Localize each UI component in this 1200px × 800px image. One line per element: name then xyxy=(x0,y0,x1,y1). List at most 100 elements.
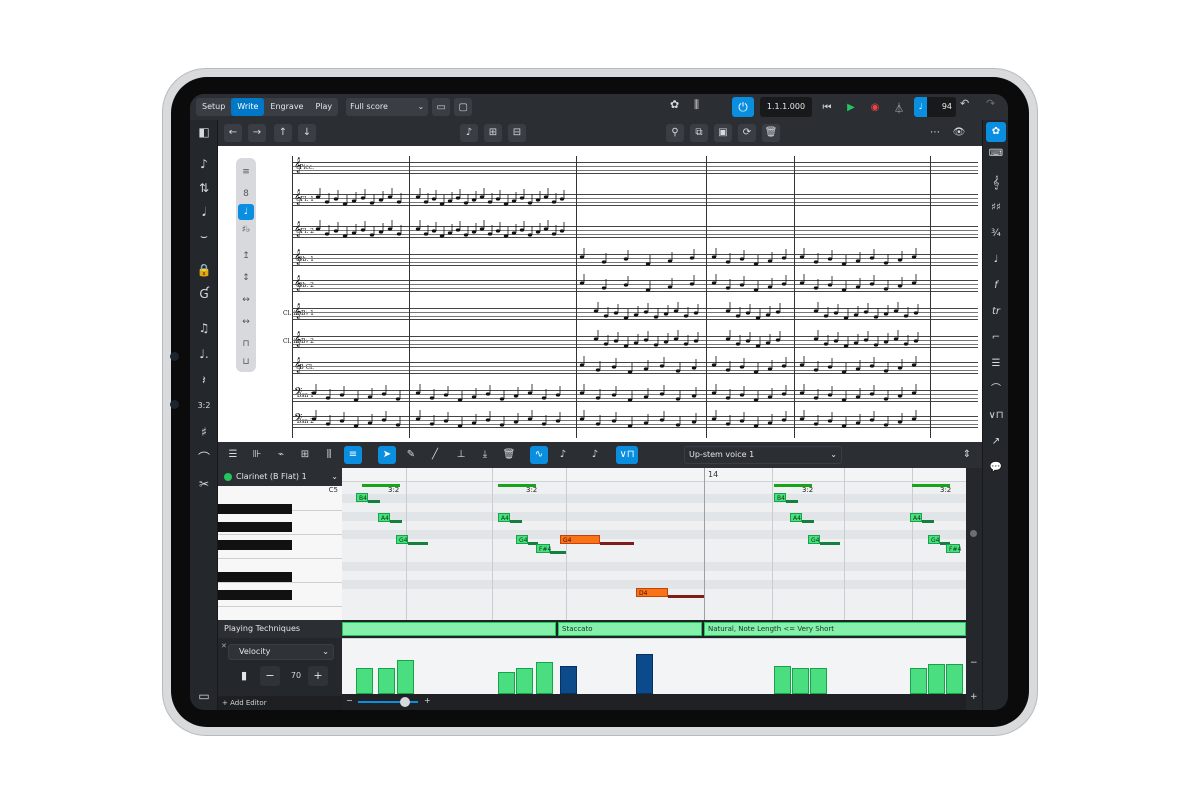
notehead[interactable] xyxy=(511,199,517,203)
notehead[interactable] xyxy=(431,229,437,233)
notehead[interactable] xyxy=(613,339,619,343)
notehead[interactable] xyxy=(691,420,697,424)
notehead[interactable] xyxy=(781,364,787,368)
notehead[interactable] xyxy=(378,198,384,202)
barline-icon[interactable]: ☰ xyxy=(986,354,1006,374)
notehead[interactable] xyxy=(378,230,384,234)
notehead[interactable] xyxy=(739,257,745,261)
notehead[interactable] xyxy=(911,391,917,395)
zoom-out-icon[interactable]: − xyxy=(970,658,978,668)
playback-icon[interactable]: ♪ xyxy=(586,446,604,464)
notehead[interactable] xyxy=(753,424,759,428)
notehead[interactable] xyxy=(645,262,651,266)
notehead[interactable] xyxy=(627,398,633,402)
piano-keyboard[interactable]: C5 xyxy=(218,486,342,620)
redo-icon[interactable]: ↷ xyxy=(986,97,995,110)
notehead[interactable] xyxy=(367,421,373,425)
notehead[interactable] xyxy=(897,258,903,262)
notehead[interactable] xyxy=(447,231,453,235)
accidental-icon[interactable]: ♯ xyxy=(194,422,214,442)
black-key[interactable] xyxy=(218,572,292,582)
notehead[interactable] xyxy=(767,259,773,263)
vertical-scrollbar[interactable]: − + xyxy=(966,468,982,710)
velocity-select[interactable]: Velocity ⌄ xyxy=(228,644,334,660)
white-key[interactable] xyxy=(218,534,342,535)
notehead[interactable] xyxy=(897,394,903,398)
more-icon[interactable]: ⋯ xyxy=(926,124,944,142)
notehead[interactable] xyxy=(753,288,759,292)
chord-icon[interactable]: ♫ xyxy=(194,318,214,338)
notehead[interactable] xyxy=(739,419,745,423)
grace-note-icon[interactable]: 𝅘𝅥 xyxy=(194,202,214,222)
notehead[interactable] xyxy=(579,363,585,367)
notehead[interactable] xyxy=(495,229,501,233)
add-editor-button[interactable]: + Add Editor xyxy=(218,696,342,710)
notehead[interactable] xyxy=(415,417,421,421)
notehead[interactable] xyxy=(841,398,847,402)
notehead[interactable] xyxy=(799,363,805,367)
notehead[interactable] xyxy=(333,229,339,233)
notehead[interactable] xyxy=(893,309,899,313)
velocity-bar[interactable] xyxy=(356,668,373,694)
notehead[interactable] xyxy=(541,396,547,400)
notehead[interactable] xyxy=(325,422,331,426)
notehead[interactable] xyxy=(387,227,393,231)
notehead[interactable] xyxy=(455,196,461,200)
notehead[interactable] xyxy=(659,418,665,422)
notehead[interactable] xyxy=(663,312,669,316)
notehead[interactable] xyxy=(673,337,679,341)
time-signature-icon[interactable]: ¾ xyxy=(986,224,1006,244)
notehead[interactable] xyxy=(623,257,629,261)
notehead[interactable] xyxy=(643,310,649,314)
play-icon[interactable]: ▶ xyxy=(842,102,860,113)
notehead[interactable] xyxy=(843,344,849,348)
trash-icon[interactable]: 🗑 xyxy=(500,446,518,464)
bar-graph-icon[interactable]: ▮ xyxy=(234,666,254,686)
playing-techniques-icon[interactable]: ∨⊓ xyxy=(986,406,1006,426)
notehead[interactable] xyxy=(753,262,759,266)
notehead[interactable] xyxy=(611,365,617,369)
undo-icon[interactable]: ↶ xyxy=(960,97,969,110)
arrow-left-icon[interactable]: ← xyxy=(224,124,242,142)
mode-engrave[interactable]: Engrave xyxy=(264,98,309,116)
notehead[interactable] xyxy=(431,197,437,201)
notehead[interactable] xyxy=(324,200,330,204)
swap-icon[interactable]: ⟳ xyxy=(738,124,756,142)
notehead[interactable] xyxy=(827,365,833,369)
notehead[interactable] xyxy=(324,232,330,236)
notehead[interactable] xyxy=(841,288,847,292)
notehead[interactable] xyxy=(869,282,875,286)
note-icon[interactable]: ♪ xyxy=(554,446,572,464)
velocity-bar[interactable] xyxy=(910,668,927,694)
notehead[interactable] xyxy=(853,341,859,345)
notehead[interactable] xyxy=(675,397,681,401)
note-input-icon[interactable]: ♪ xyxy=(194,154,214,174)
note-block[interactable]: A4 xyxy=(790,513,802,522)
mode-play[interactable]: Play xyxy=(309,98,338,116)
notehead[interactable] xyxy=(843,316,849,320)
notehead[interactable] xyxy=(503,234,509,238)
notehead[interactable] xyxy=(841,370,847,374)
notehead[interactable] xyxy=(691,366,697,370)
notehead[interactable] xyxy=(623,316,629,320)
technique-segment[interactable]: Staccato xyxy=(558,622,702,636)
notehead[interactable] xyxy=(897,284,903,288)
notehead[interactable] xyxy=(367,395,373,399)
notehead[interactable] xyxy=(471,230,477,234)
notehead[interactable] xyxy=(711,281,717,285)
notehead[interactable] xyxy=(911,281,917,285)
notehead[interactable] xyxy=(543,195,549,199)
notehead[interactable] xyxy=(342,202,348,206)
galley-view-icon[interactable]: ▭ xyxy=(432,98,451,116)
notehead[interactable] xyxy=(883,369,889,373)
notehead[interactable] xyxy=(519,196,525,200)
black-key[interactable] xyxy=(218,590,292,600)
notehead[interactable] xyxy=(893,337,899,341)
notehead[interactable] xyxy=(711,417,717,421)
scroll-knob[interactable] xyxy=(970,530,977,537)
notehead[interactable] xyxy=(693,311,699,315)
note-block[interactable]: G4 xyxy=(516,535,528,544)
notehead[interactable] xyxy=(883,423,889,427)
notehead[interactable] xyxy=(855,285,861,289)
white-key[interactable] xyxy=(218,558,342,559)
